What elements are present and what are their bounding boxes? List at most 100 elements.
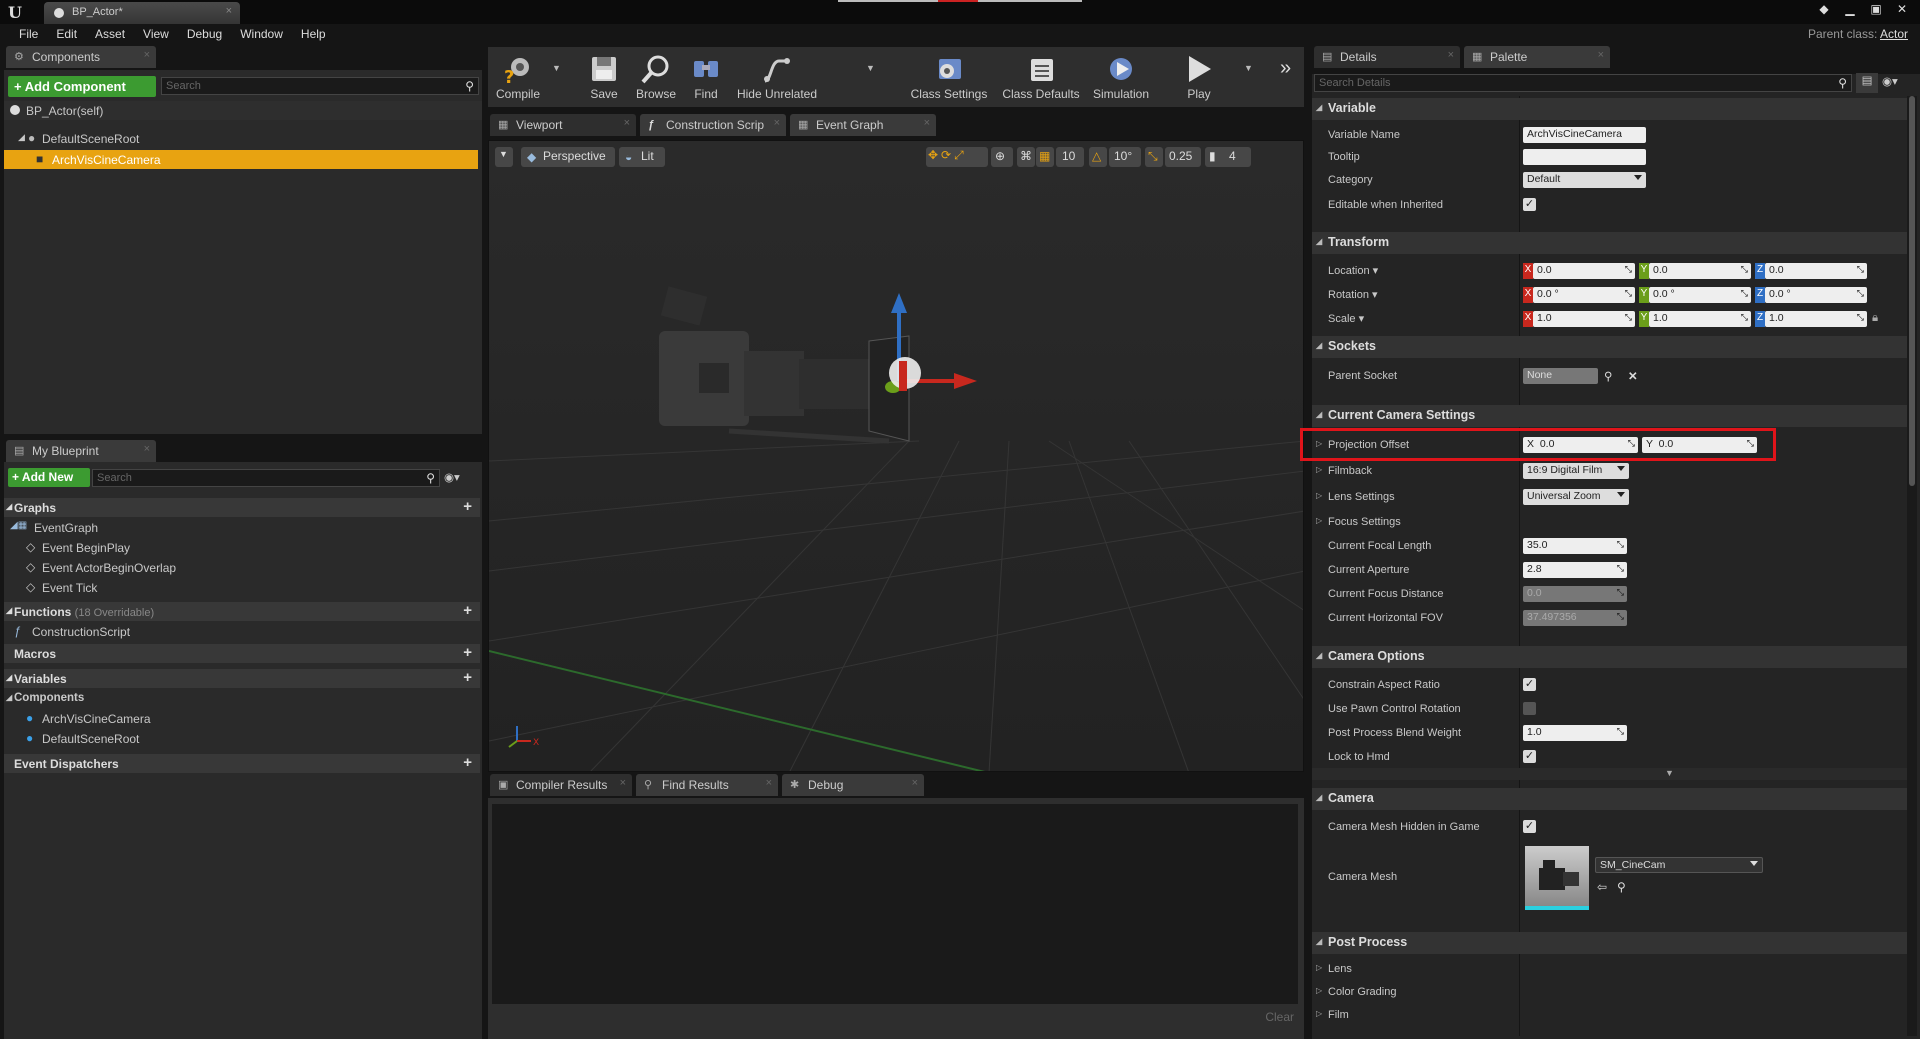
menu-help[interactable]: Help: [292, 24, 335, 46]
tab-viewport[interactable]: ▦ Viewport ×: [490, 114, 636, 136]
projection-offset-x-input[interactable]: X 0.0 ⤡: [1523, 437, 1638, 453]
tab-event-graph[interactable]: ▦ Event Graph ×: [790, 114, 936, 136]
transform-mode-buttons[interactable]: ✥⟳⤢: [926, 147, 988, 167]
simulation-button[interactable]: Simulation: [1086, 47, 1156, 107]
viewport[interactable]: X ▼ ◆ Perspective ◒ Lit ✥⟳⤢ ⊕ ⌘ ▦ 10 △ 1…: [488, 140, 1304, 772]
scale-snap-value[interactable]: 0.25: [1165, 147, 1201, 167]
rotation-z-input[interactable]: 0.0 ° ⤡: [1765, 287, 1867, 303]
compile-options-icon[interactable]: ▼: [552, 63, 561, 73]
hide-unrelated-button[interactable]: Hide Unrelated: [732, 47, 822, 107]
menu-debug[interactable]: Debug: [178, 24, 231, 46]
variable-name-input[interactable]: ArchVisCineCamera: [1523, 127, 1646, 143]
browse-asset-icon[interactable]: ⚲: [1617, 880, 1626, 894]
category-dropdown[interactable]: Default: [1523, 172, 1646, 188]
section-variable[interactable]: ◢ Variable: [1312, 98, 1907, 120]
scrollbar-thumb[interactable]: [1909, 96, 1915, 486]
close-icon[interactable]: ×: [924, 117, 930, 129]
section-transform[interactable]: ◢ Transform: [1312, 232, 1907, 254]
location-y-input[interactable]: 0.0 ⤡: [1649, 263, 1751, 279]
close-icon[interactable]: ×: [620, 777, 626, 789]
rotation-x-input[interactable]: 0.0 ° ⤡: [1533, 287, 1635, 303]
location-label[interactable]: Location ▾: [1328, 264, 1378, 277]
browse-button[interactable]: Browse: [631, 47, 681, 107]
pawn-control-checkbox[interactable]: [1523, 702, 1536, 715]
scale-x-input[interactable]: 1.0 ⤡: [1533, 311, 1635, 327]
menu-asset[interactable]: Asset: [86, 24, 134, 46]
grid-snap-icon[interactable]: ▦: [1036, 147, 1054, 167]
close-icon[interactable]: ×: [912, 777, 918, 789]
save-button[interactable]: Save: [580, 47, 628, 107]
menu-file[interactable]: File: [10, 24, 47, 46]
lens-settings-dropdown[interactable]: Universal Zoom: [1523, 489, 1629, 505]
section-event-dispatchers[interactable]: Event Dispatchers +: [4, 754, 480, 773]
menu-window[interactable]: Window: [231, 24, 292, 46]
section-graphs[interactable]: ◢ Graphs +: [4, 498, 480, 517]
hide-unrelated-options-icon[interactable]: ▼: [866, 63, 875, 73]
notification-icon[interactable]: ◆: [1814, 2, 1834, 18]
find-button[interactable]: Find: [686, 47, 726, 107]
grid-snap-value[interactable]: 10: [1056, 147, 1084, 167]
use-selected-asset-icon[interactable]: ⇦: [1597, 880, 1607, 894]
tab-debug[interactable]: ✱ Debug ×: [782, 774, 924, 796]
event-item[interactable]: ◇ Event Tick: [4, 578, 480, 597]
tab-components[interactable]: ⚙ Components ×: [6, 46, 156, 68]
viewport-options-button[interactable]: ▼: [495, 147, 513, 167]
lens-category[interactable]: ▷ Lens: [1316, 963, 1352, 975]
scale-label[interactable]: Scale ▾: [1328, 312, 1364, 325]
add-macro-icon[interactable]: +: [463, 644, 472, 661]
compile-button[interactable]: ? Compile: [488, 47, 548, 107]
close-icon[interactable]: ×: [774, 117, 780, 129]
close-icon[interactable]: ×: [1598, 49, 1604, 61]
components-category[interactable]: ◢ Components: [4, 689, 480, 708]
editable-inherited-checkbox[interactable]: ✓: [1523, 198, 1536, 211]
close-icon[interactable]: ×: [624, 117, 630, 129]
tab-palette[interactable]: ▦ Palette ×: [1464, 46, 1610, 68]
tab-compiler-results[interactable]: ▣ Compiler Results ×: [490, 774, 632, 796]
aperture-input[interactable]: 2.8 ⤡: [1523, 562, 1627, 578]
eye-icon[interactable]: ◉▾: [444, 470, 460, 484]
clear-socket-icon[interactable]: ✕: [1628, 369, 1638, 383]
close-icon[interactable]: ×: [1448, 49, 1454, 61]
perspective-button[interactable]: ◆ Perspective: [521, 147, 615, 167]
focal-length-input[interactable]: 35.0 ⤡: [1523, 538, 1627, 554]
scale-snap-icon[interactable]: ⤡: [1145, 147, 1163, 167]
event-item[interactable]: ◇ Event BeginPlay: [4, 538, 480, 557]
add-new-button[interactable]: + Add New: [8, 468, 90, 487]
play-options-icon[interactable]: ▼: [1244, 63, 1253, 73]
tree-item-defaultsceneroot[interactable]: ◢ ● DefaultSceneRoot: [4, 129, 482, 148]
maximize-icon[interactable]: ▣: [1866, 2, 1886, 18]
tree-item-archviscinecamera[interactable]: ■ ArchVisCineCamera: [4, 150, 478, 169]
close-icon[interactable]: ×: [144, 443, 150, 455]
section-current-camera-settings[interactable]: ◢ Current Camera Settings: [1312, 405, 1907, 427]
rotation-snap-value[interactable]: 10°: [1109, 147, 1141, 167]
focus-settings-label[interactable]: ▷ Focus Settings: [1316, 516, 1401, 528]
tab-my-blueprint[interactable]: ▤ My Blueprint ×: [6, 440, 156, 462]
construction-script-item[interactable]: ƒ ConstructionScript: [4, 622, 480, 641]
add-dispatcher-icon[interactable]: +: [463, 754, 472, 771]
section-macros[interactable]: Macros +: [4, 644, 480, 663]
self-row[interactable]: BP_Actor(self): [4, 101, 482, 120]
add-function-icon[interactable]: +: [463, 602, 472, 619]
world-local-button[interactable]: ⊕: [991, 147, 1013, 167]
play-button[interactable]: Play: [1176, 47, 1222, 107]
variable-item[interactable]: ● ArchVisCineCamera: [4, 709, 480, 728]
close-icon[interactable]: ×: [226, 5, 232, 17]
minimize-icon[interactable]: ▁: [1840, 2, 1860, 18]
property-matrix-icon[interactable]: ▤: [1856, 73, 1878, 93]
surface-snap-button[interactable]: ⌘: [1017, 147, 1035, 167]
document-tab[interactable]: BP_Actor* ×: [44, 2, 240, 24]
tooltip-input[interactable]: [1523, 149, 1646, 165]
class-settings-button[interactable]: Class Settings: [908, 47, 990, 107]
details-scrollbar[interactable]: [1907, 96, 1917, 1036]
mesh-hidden-checkbox[interactable]: ✓: [1523, 820, 1536, 833]
add-graph-icon[interactable]: +: [463, 498, 472, 515]
projection-offset-y-input[interactable]: Y 0.0 ⤡: [1642, 437, 1757, 453]
section-camera[interactable]: ◢ Camera: [1312, 788, 1907, 810]
blueprint-search-input[interactable]: Search ⚲: [92, 469, 440, 487]
menu-view[interactable]: View: [134, 24, 178, 46]
search-socket-icon[interactable]: ⚲: [1604, 369, 1612, 383]
location-z-input[interactable]: 0.0 ⤡: [1765, 263, 1867, 279]
section-variables[interactable]: ◢ Variables +: [4, 669, 480, 688]
lock-icon[interactable]: 🔒︎: [1872, 312, 1878, 325]
close-icon[interactable]: ×: [766, 777, 772, 789]
